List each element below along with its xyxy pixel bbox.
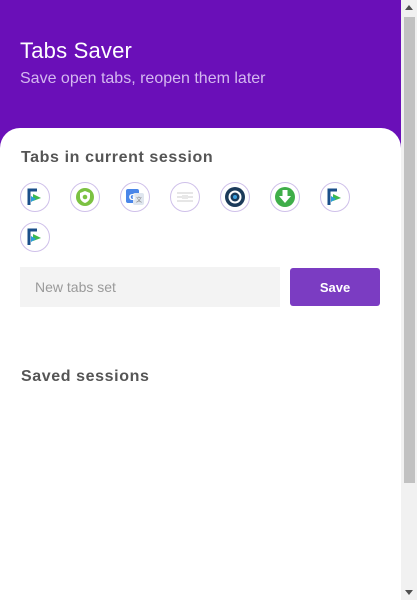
saved-sessions-title: Saved sessions [21, 368, 150, 385]
save-button[interactable]: Save [290, 268, 380, 306]
current-session-title: Tabs in current session [21, 149, 214, 166]
app-title: Tabs Saver [20, 38, 133, 63]
scrollbar-thumb[interactable] [404, 17, 415, 483]
new-tabs-set-input[interactable] [20, 267, 280, 307]
target-circle-icon [225, 187, 245, 207]
svg-text:G: G [129, 193, 136, 202]
scrollbar[interactable] [401, 0, 417, 600]
flag-logo-icon [327, 188, 341, 205]
faded-lines-icon [177, 192, 193, 202]
flag-logo-icon [27, 188, 41, 205]
green-download-icon [275, 187, 295, 207]
tab-item[interactable] [270, 182, 300, 212]
tab-item[interactable] [70, 182, 100, 212]
tab-item[interactable]: G 文 [120, 182, 150, 212]
app-subtitle: Save open tabs, reopen them later [20, 70, 266, 87]
google-translate-icon: G 文 [126, 189, 144, 205]
tab-item[interactable] [20, 182, 50, 212]
scroll-down-arrow-icon[interactable] [405, 590, 413, 595]
tab-item[interactable] [170, 182, 200, 212]
green-shield-icon [76, 188, 94, 206]
scroll-up-arrow-icon[interactable] [405, 5, 413, 10]
tab-item[interactable] [220, 182, 250, 212]
tab-item[interactable] [320, 182, 350, 212]
svg-text:文: 文 [136, 196, 142, 204]
flag-logo-icon [27, 228, 41, 245]
tab-item[interactable] [20, 222, 50, 252]
